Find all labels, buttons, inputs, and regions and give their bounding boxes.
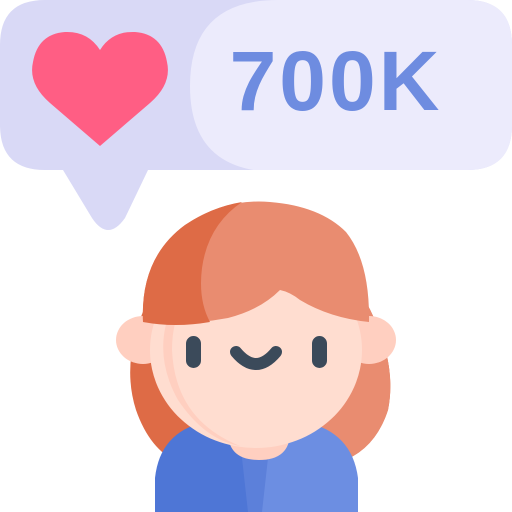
girl-avatar-icon: [116, 201, 396, 512]
like-bubble: 700K: [0, 0, 512, 230]
left-eye: [186, 336, 201, 368]
illustration-svg: 700K: [0, 0, 512, 512]
right-eye: [312, 336, 327, 368]
like-count: 700K: [230, 34, 443, 128]
like-notification-illustration: 700K: [0, 0, 512, 512]
